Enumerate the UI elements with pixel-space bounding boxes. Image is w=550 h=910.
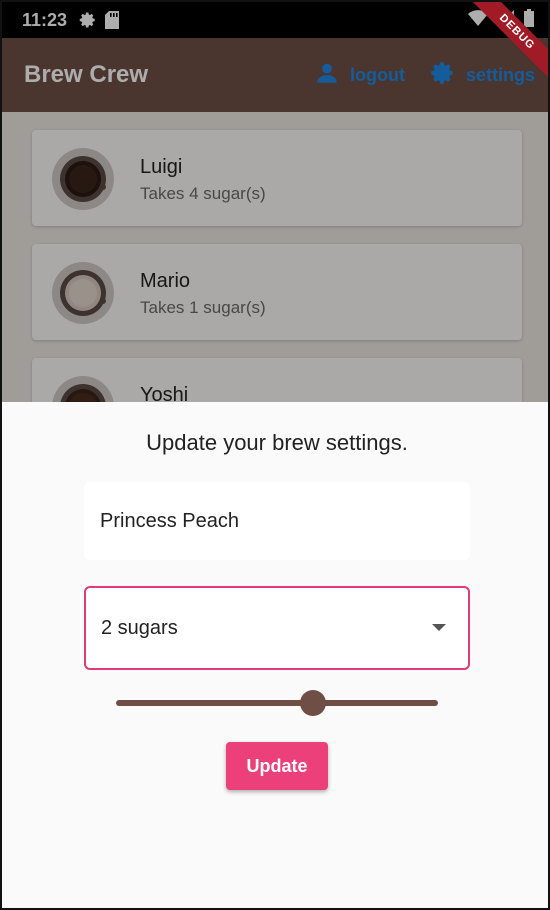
sheet-title: Update your brew settings. — [146, 430, 408, 455]
strength-slider[interactable] — [116, 688, 438, 718]
update-button[interactable]: Update — [226, 742, 328, 790]
slider-thumb[interactable] — [300, 690, 326, 716]
sugar-dropdown[interactable]: 2 sugars — [84, 586, 470, 670]
slider-track — [116, 700, 438, 706]
dropdown-arrow-icon — [432, 624, 446, 631]
sugar-selected-value: 2 sugars — [101, 616, 178, 639]
name-input[interactable]: Princess Peach — [84, 482, 470, 560]
modal-barrier[interactable] — [2, 2, 548, 402]
phone-screen: 11:23 Brew Crew logout settings Luigi Ta… — [0, 0, 550, 910]
settings-bottom-sheet: Update your brew settings. Princess Peac… — [2, 402, 548, 908]
